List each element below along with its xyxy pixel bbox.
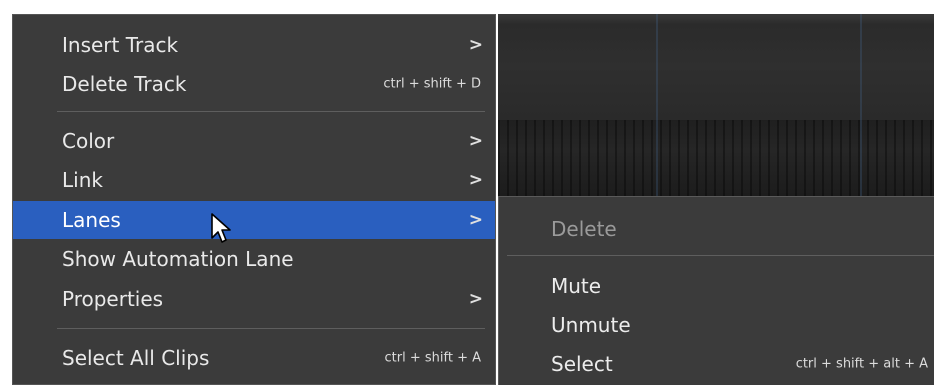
menu-item-label: Link bbox=[62, 168, 103, 192]
grid-line bbox=[860, 14, 862, 196]
chevron-right-icon: > bbox=[468, 35, 483, 55]
menu-item-link[interactable]: Link > bbox=[13, 162, 495, 198]
submenu-item-delete[interactable]: Delete bbox=[499, 211, 934, 247]
menu-item-shortcut: ctrl + shift + A bbox=[384, 350, 481, 366]
chevron-right-icon: > bbox=[468, 131, 483, 151]
menu-separator bbox=[57, 111, 485, 112]
mouse-pointer-icon bbox=[211, 213, 231, 243]
lanes-submenu: Delete Mute Unmute Select ctrl + shift +… bbox=[498, 196, 934, 385]
menu-item-label: Mute bbox=[551, 274, 602, 298]
menu-item-label: Select All Clips bbox=[62, 346, 210, 370]
chevron-right-icon: > bbox=[468, 210, 483, 230]
menu-item-shortcut: ctrl + shift + alt + A bbox=[795, 356, 928, 372]
menu-item-delete-track[interactable]: Delete Track ctrl + shift + D bbox=[13, 66, 495, 102]
menu-item-label: Delete Track bbox=[62, 72, 187, 96]
menu-item-label: Properties bbox=[62, 287, 164, 311]
track-row-clips bbox=[498, 120, 934, 196]
menu-item-label: Select bbox=[551, 352, 613, 376]
chevron-right-icon: > bbox=[468, 170, 483, 190]
menu-item-label: Delete bbox=[551, 217, 617, 241]
menu-item-select-all-clips[interactable]: Select All Clips ctrl + shift + A bbox=[13, 340, 495, 376]
track-row bbox=[498, 14, 934, 120]
menu-item-label: Show Automation Lane bbox=[62, 247, 294, 271]
menu-item-label: Unmute bbox=[551, 313, 631, 337]
menu-item-properties[interactable]: Properties > bbox=[13, 281, 495, 317]
submenu-item-unmute[interactable]: Unmute bbox=[499, 307, 934, 343]
menu-separator bbox=[507, 255, 934, 256]
track-area-background bbox=[498, 14, 934, 196]
menu-item-insert-track[interactable]: Insert Track > bbox=[13, 27, 495, 63]
grid-line bbox=[656, 14, 658, 196]
menu-item-label: Color bbox=[62, 129, 115, 153]
chevron-right-icon: > bbox=[468, 289, 483, 309]
submenu-item-select[interactable]: Select ctrl + shift + alt + A bbox=[499, 346, 934, 382]
menu-separator bbox=[57, 328, 485, 329]
menu-item-show-automation-lane[interactable]: Show Automation Lane bbox=[13, 241, 495, 277]
menu-item-label: Insert Track bbox=[62, 33, 179, 57]
menu-item-color[interactable]: Color > bbox=[13, 123, 495, 159]
menu-item-shortcut: ctrl + shift + D bbox=[383, 76, 481, 92]
track-context-menu: Insert Track > Delete Track ctrl + shift… bbox=[12, 14, 496, 385]
menu-item-lanes[interactable]: Lanes > bbox=[13, 201, 495, 239]
submenu-item-mute[interactable]: Mute bbox=[499, 268, 934, 304]
menu-item-label: Lanes bbox=[62, 208, 121, 232]
